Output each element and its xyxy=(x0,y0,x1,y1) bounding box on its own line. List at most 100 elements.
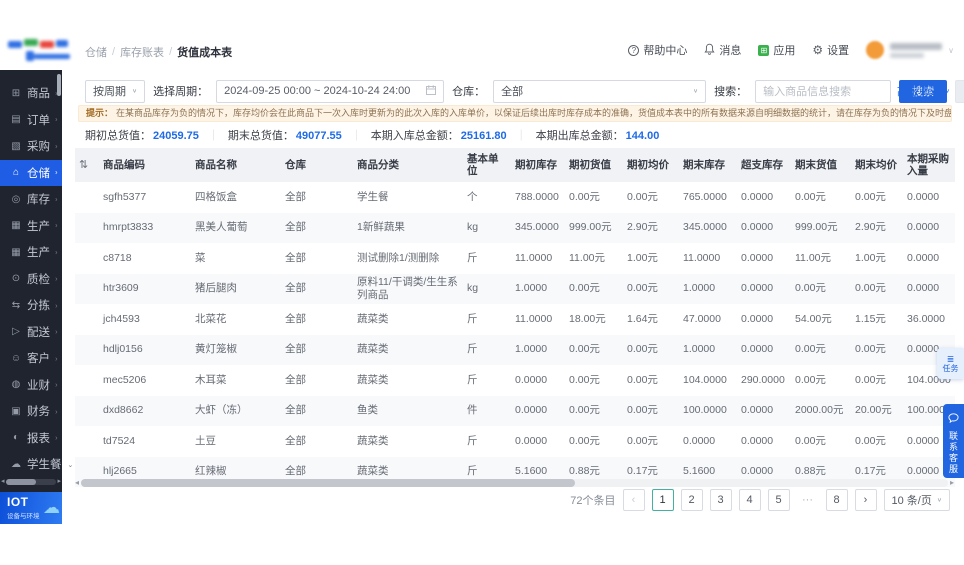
sidebar-item-label: 财务 xyxy=(27,406,50,419)
student-meal-icon: ☁ xyxy=(11,458,21,470)
date-range-input[interactable]: 2024-09-25 00:00 ~ 2024-10-24 24:00 xyxy=(216,79,445,103)
table-cell: 0.00元 xyxy=(851,273,903,305)
column-header: 期初货值 xyxy=(565,148,623,183)
tasks-float-button[interactable]: ≣ 任务 xyxy=(937,348,964,379)
sidebar-item-orders[interactable]: ▤ 订单 › xyxy=(0,107,62,134)
sidebar-item-label: 客户 xyxy=(27,353,50,366)
sidebar-horizontal-scrollbar[interactable]: ◂ ▸ xyxy=(1,478,61,486)
apps-label: 应用 xyxy=(773,45,796,57)
breadcrumb-item[interactable]: 库存账表 xyxy=(120,44,164,60)
scroll-thumb[interactable] xyxy=(81,478,576,487)
column-header: 商品名称 xyxy=(191,148,281,183)
scroll-left-icon[interactable]: ◂ xyxy=(75,478,79,487)
page-size-select[interactable]: 10 条/页 ∨ xyxy=(883,489,950,511)
table-row[interactable]: td7524 土豆 全部 蔬菜类斤 0.0000 0.00元 0.00元 0.0000 0.00… xyxy=(75,426,955,457)
apps-grid-icon: ⊞ xyxy=(758,44,770,56)
advanced-filter-link[interactable]: 高级筛选 ∨ xyxy=(897,83,950,99)
table-row[interactable]: jch4593 北菜花 全部 蔬菜类斤 11.0000 18.00元 1.64元 47.000… xyxy=(75,304,955,335)
table-cell: 0.0000 xyxy=(903,182,955,213)
help-center-button[interactable]: ? 帮助中心 xyxy=(628,42,687,58)
settings-button[interactable]: ⚙ 设置 xyxy=(812,42,849,58)
pagination: 72个条目 ‹ 1 2 3 4 5 ··· 8 › 10 条/页 ∨ xyxy=(570,489,950,511)
table-cell: 0.00元 xyxy=(623,182,679,213)
page-button-5[interactable]: 5 xyxy=(767,489,790,511)
breadcrumb-item[interactable]: 仓储 xyxy=(85,44,107,60)
column-header: 基本单位 xyxy=(463,148,511,183)
column-header: 商品编码 xyxy=(99,148,191,183)
sidebar-item-biz-finance[interactable]: ◍ 业财 › xyxy=(0,372,62,399)
table-cell: 0.00元 xyxy=(565,426,623,457)
sidebar-item-goods[interactable]: ⊞商品› xyxy=(0,80,62,107)
period-mode-select[interactable]: 按周期 ∨ xyxy=(85,79,146,103)
page-button-3[interactable]: 3 xyxy=(709,489,732,511)
table-row[interactable]: sgfh5377 四格饭盒 全部 学生餐个 788.0000 0.00元 0.00元 765.… xyxy=(75,182,955,213)
warehouse-icon: ⌂ xyxy=(12,167,20,179)
scroll-right-icon[interactable]: ▸ xyxy=(950,478,954,487)
column-header: 期末均价 xyxy=(851,148,903,183)
table-cell: 290.0000 xyxy=(737,365,791,396)
sidebar-vertical-scrollbar[interactable] xyxy=(57,74,61,96)
sidebar-item-warehouse[interactable]: ⌂ 仓储 › xyxy=(0,159,62,186)
table-cell: 765.0000 xyxy=(679,182,737,213)
table-row[interactable]: mec5206 木耳菜 全部 蔬菜类斤 0.0000 0.00元 0.00元 104.0000… xyxy=(75,365,955,396)
row-handle-cell xyxy=(75,304,99,335)
table-row[interactable]: hmrpt3833 黑美人葡萄 全部 1新鲜蔬果 kg 345.0000 999.00元 2.… xyxy=(75,212,955,244)
warehouse-select[interactable]: 全部 ∨ xyxy=(493,79,707,103)
sidebar-item-production-1[interactable]: ▦ 生产 › xyxy=(0,213,62,240)
production-icon: ▦ xyxy=(11,220,21,232)
sidebar-item-finance[interactable]: ▣ 财务 › xyxy=(0,398,62,425)
export-button[interactable]: 导出 xyxy=(955,79,964,103)
column-settings-icon[interactable]: ⇅ xyxy=(79,159,88,171)
table-row[interactable]: dxd8662 大虾（冻） 全部 鱼类件 0.0000 0.00元 0.00元 100.000… xyxy=(75,395,955,427)
row-handle-cell xyxy=(75,182,99,213)
table-cell: 0.00元 xyxy=(791,182,851,213)
table-row[interactable]: hdlj0156 黄灯笼椒 全部 蔬菜类斤 1.0000 0.00元 0.00元 1.0000… xyxy=(75,334,955,366)
table-cell: 蔬菜类 xyxy=(353,365,463,396)
sidebar-item-student-meal[interactable]: ☁ 学生餐 ⌄ xyxy=(0,451,73,478)
table-cell: 1.0000 xyxy=(679,334,737,366)
messages-button[interactable]: 消息 xyxy=(704,42,741,58)
sidebar-item-customers[interactable]: ☺ 客户 › xyxy=(0,345,62,372)
page-button-8[interactable]: 8 xyxy=(825,489,848,511)
table-cell: 0.0000 xyxy=(679,426,737,457)
table-horizontal-scrollbar[interactable]: ◂ ▸ xyxy=(75,478,954,487)
sidebar-item-qc[interactable]: ⊙ 质检 › xyxy=(0,266,62,293)
table-cell: 1新鲜蔬果 xyxy=(353,212,463,244)
scroll-left-icon[interactable]: ◂ xyxy=(1,478,5,486)
sidebar-item-inventory[interactable]: ◎ 库存 › xyxy=(0,186,62,213)
bell-icon xyxy=(704,43,715,58)
page-button-2[interactable]: 2 xyxy=(680,489,703,511)
iot-brand-banner[interactable]: IOT 设备与环境 ☁ xyxy=(0,492,62,524)
prev-page-button[interactable]: ‹ xyxy=(622,489,645,511)
messages-label: 消息 xyxy=(719,45,742,57)
scroll-thumb[interactable] xyxy=(5,479,37,485)
summary-separator: ｜ xyxy=(207,130,219,142)
sidebar-item-reports[interactable]: ◐ 报表 › xyxy=(0,425,62,452)
table-cell: 0.0000 xyxy=(903,243,955,274)
table-row[interactable]: c8718 菜全部 测试删除1/测删除斤 11.0000 11.00元 1.00元 11.0… xyxy=(75,243,955,274)
page-button-1[interactable]: 1 xyxy=(651,489,674,511)
sidebar-item-sorting[interactable]: ⇆ 分拣 › xyxy=(0,292,62,319)
search-input[interactable]: 输入商品信息搜索 xyxy=(755,79,892,103)
finance-icon: ▣ xyxy=(11,405,21,417)
page-ellipsis: ··· xyxy=(796,489,819,511)
table-cell: 0.00元 xyxy=(791,273,851,305)
scroll-right-icon[interactable]: ▸ xyxy=(57,478,61,486)
table-cell: kg xyxy=(463,273,511,305)
apps-button[interactable]: ⊞ 应用 xyxy=(758,42,795,58)
chevron-right-icon: › xyxy=(55,433,58,442)
support-float-button[interactable]: 联系客服 xyxy=(943,404,964,478)
sidebar-item-production-2[interactable]: ▦ 生产 › xyxy=(0,239,62,266)
date-range-value: 2024-09-25 00:00 ~ 2024-10-24 24:00 xyxy=(224,85,411,97)
user-menu[interactable]: ∨ xyxy=(866,41,954,59)
sidebar-item-delivery[interactable]: ▷ 配送 › xyxy=(0,319,62,346)
table-row[interactable]: htr3609 猪后腿肉 全部 原料11/干调类/生生系列商品 kg 1.0000 0.00… xyxy=(75,273,955,305)
sidebar-item-purchase[interactable]: ▧ 采购 › xyxy=(0,133,62,160)
chevron-right-icon: › xyxy=(55,115,58,124)
next-page-button[interactable]: › xyxy=(854,489,877,511)
table-cell: 0.0000 xyxy=(737,212,791,244)
page-button-4[interactable]: 4 xyxy=(738,489,761,511)
chevron-down-icon: ∨ xyxy=(948,45,954,55)
table-cell: 全部 xyxy=(281,273,353,305)
summary-value: 49077.55 xyxy=(295,130,342,142)
